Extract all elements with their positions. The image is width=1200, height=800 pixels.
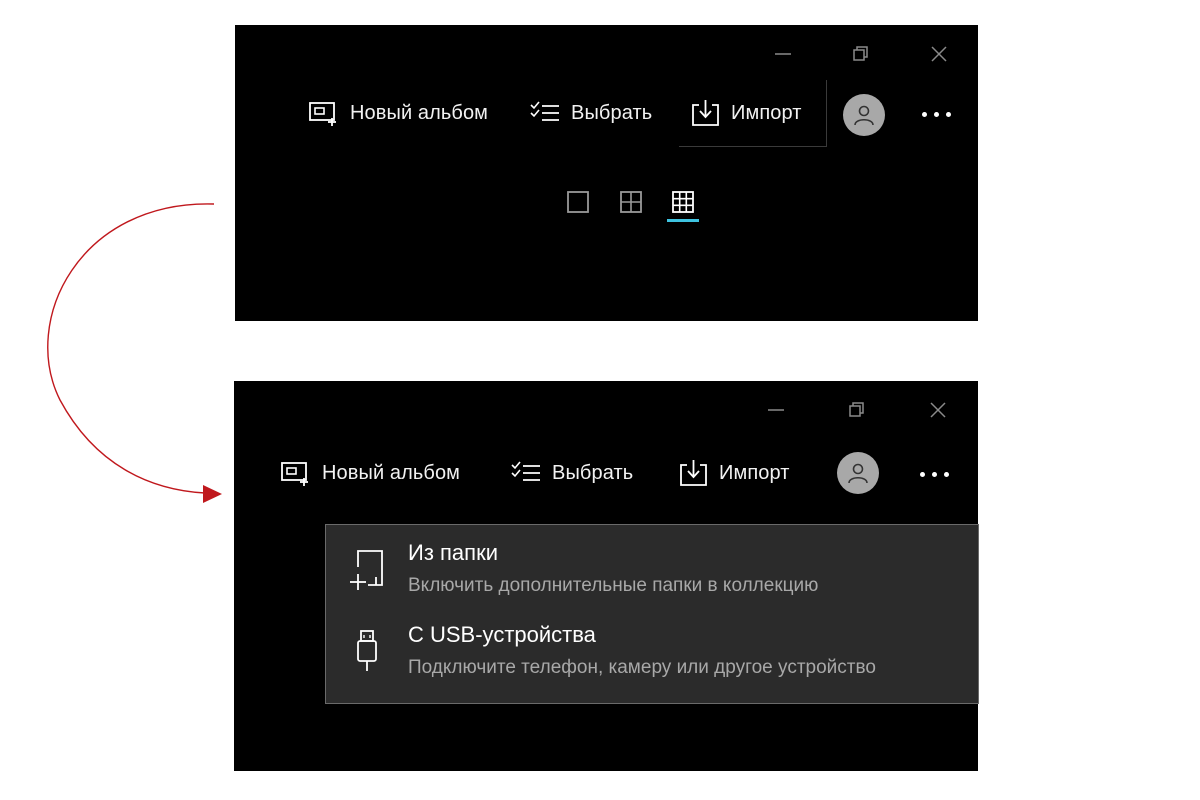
new-album-icon — [281, 462, 308, 486]
close-icon — [931, 46, 947, 62]
app-window-after: Новый альбом Выбрать Импорт Из папки Вкл… — [234, 381, 979, 771]
folder-add-icon — [350, 550, 383, 590]
more-dot — [946, 112, 951, 117]
checklist-icon — [511, 461, 540, 481]
grid-9-view-button[interactable] — [671, 190, 695, 214]
minimize-button[interactable] — [768, 39, 798, 69]
close-icon — [930, 402, 946, 418]
more-dot — [934, 112, 939, 117]
account-avatar[interactable] — [843, 94, 885, 136]
import-icon — [692, 100, 719, 126]
import-button[interactable]: Импорт — [679, 453, 790, 493]
menu-item-title: Из папки — [408, 540, 498, 565]
grid-4-view-button[interactable] — [619, 190, 643, 214]
import-icon — [680, 460, 707, 486]
grid-4-view-icon — [620, 191, 642, 213]
import-dropdown-menu: Из папки Включить дополнительные папки в… — [325, 524, 979, 704]
select-button[interactable]: Выбрать — [510, 453, 633, 493]
import-label: Импорт — [719, 461, 790, 484]
person-icon — [854, 105, 874, 126]
person-icon — [848, 463, 868, 484]
menu-item-from-folder[interactable]: Из папки Включить дополнительные папки в… — [326, 525, 978, 607]
selected-view-indicator — [667, 219, 699, 222]
menu-item-subtitle: Подключите телефон, камеру или другое ус… — [408, 657, 876, 678]
grid-9-view-icon — [672, 191, 694, 213]
new-album-button[interactable]: Новый альбом — [308, 93, 488, 133]
select-label: Выбрать — [571, 101, 653, 124]
menu-item-title: С USB-устройства — [408, 622, 596, 647]
restore-icon — [853, 46, 868, 61]
menu-item-from-usb[interactable]: С USB-устройства Подключите телефон, кам… — [326, 607, 978, 689]
import-label: Импорт — [731, 101, 802, 124]
account-avatar[interactable] — [837, 452, 879, 494]
more-dot — [920, 472, 925, 477]
single-view-button[interactable] — [566, 190, 590, 214]
checklist-icon — [530, 101, 559, 121]
more-options-button[interactable] — [922, 112, 951, 117]
more-dot — [922, 112, 927, 117]
select-button[interactable]: Выбрать — [529, 93, 652, 133]
app-window-before: Новый альбом Выбрать Импорт — [235, 25, 978, 321]
import-button[interactable]: Импорт — [691, 93, 802, 133]
minimize-icon — [768, 409, 784, 411]
select-label: Выбрать — [552, 461, 634, 484]
arrow-head — [203, 485, 222, 503]
more-dot — [932, 472, 937, 477]
more-options-button[interactable] — [920, 472, 949, 477]
usb-icon — [357, 630, 377, 671]
restore-button[interactable] — [846, 39, 876, 69]
new-album-label: Новый альбом — [350, 101, 489, 124]
close-button[interactable] — [923, 395, 953, 425]
more-dot — [944, 472, 949, 477]
new-album-icon — [309, 102, 336, 126]
menu-item-subtitle: Включить дополнительные папки в коллекци… — [408, 575, 819, 596]
single-view-icon — [567, 191, 589, 213]
minimize-button[interactable] — [761, 395, 791, 425]
close-button[interactable] — [924, 39, 954, 69]
new-album-button[interactable]: Новый альбом — [280, 453, 460, 493]
restore-icon — [849, 402, 864, 417]
minimize-icon — [775, 53, 791, 55]
new-album-label: Новый альбом — [322, 461, 461, 484]
restore-button[interactable] — [842, 395, 872, 425]
